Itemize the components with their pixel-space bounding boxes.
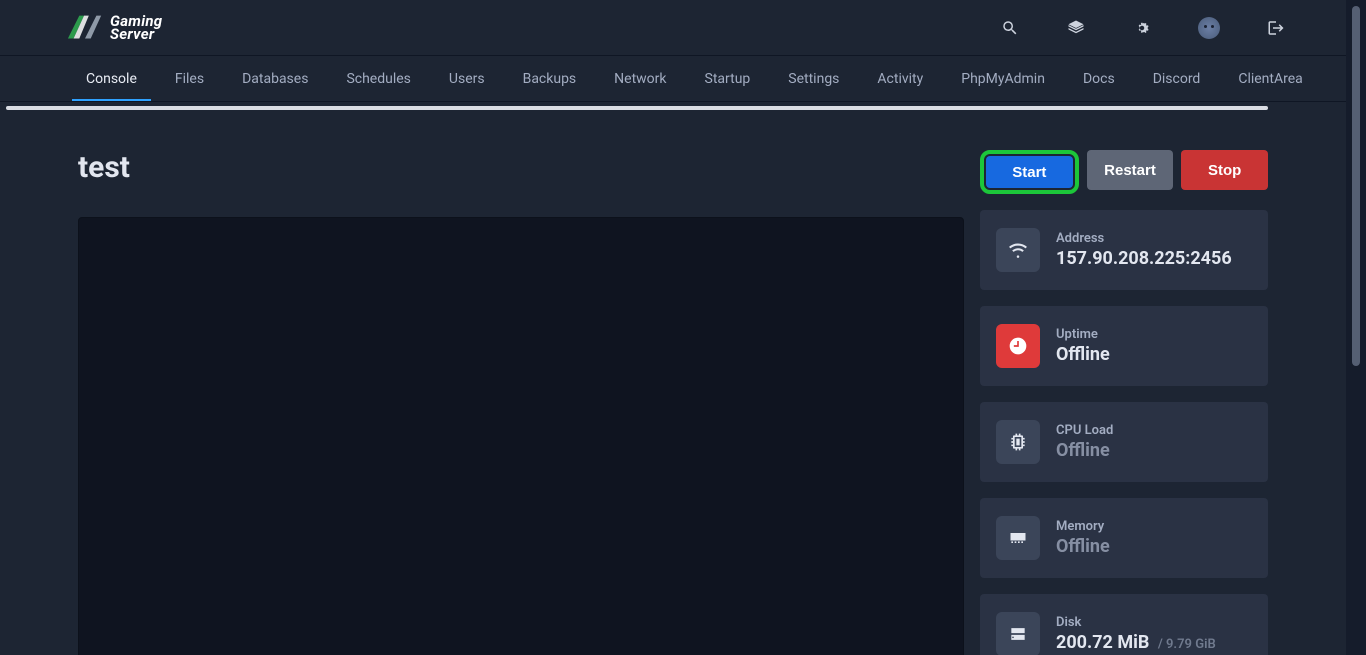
logo-mark-icon <box>66 13 104 43</box>
disk-value-primary: 200.72 MiB <box>1056 632 1149 653</box>
disk-value: 200.72 MiB / 9.79 GiB <box>1056 632 1216 653</box>
stat-uptime: Uptime Offline <box>980 306 1268 386</box>
layers-icon[interactable] <box>1066 18 1086 38</box>
tab-databases[interactable]: Databases <box>242 58 308 100</box>
nav-tabs: Console Files Databases Schedules Users … <box>0 56 1346 102</box>
top-bar: Gaming Server <box>0 0 1346 56</box>
disk-value-sub: / 9.79 GiB <box>1158 637 1216 652</box>
user-avatar[interactable] <box>1198 17 1220 39</box>
wifi-icon <box>996 228 1040 272</box>
uptime-label: Uptime <box>1056 327 1110 342</box>
clock-icon <box>996 324 1040 368</box>
start-button[interactable]: Start <box>986 156 1073 188</box>
power-actions: Start Restart Stop <box>980 150 1268 194</box>
address-label: Address <box>1056 231 1232 246</box>
disk-icon <box>996 612 1040 655</box>
tab-settings[interactable]: Settings <box>788 58 839 100</box>
tab-activity[interactable]: Activity <box>877 58 923 100</box>
tab-phpmyadmin[interactable]: PhpMyAdmin <box>961 58 1045 100</box>
tab-docs[interactable]: Docs <box>1083 58 1115 100</box>
brand-name-line2: Server <box>110 27 162 42</box>
stat-disk: Disk 200.72 MiB / 9.79 GiB <box>980 594 1268 655</box>
start-button-highlight: Start <box>980 150 1079 194</box>
tab-console[interactable]: Console <box>86 58 137 100</box>
topbar-actions <box>1000 17 1326 39</box>
tab-backups[interactable]: Backups <box>523 58 577 100</box>
tab-startup[interactable]: Startup <box>705 58 751 100</box>
page-scrollbar[interactable] <box>1346 0 1366 655</box>
tab-clientarea[interactable]: ClientArea <box>1238 58 1302 100</box>
disk-label: Disk <box>1056 615 1216 630</box>
horizontal-scrollbar[interactable] <box>6 106 1268 110</box>
brand-logo[interactable]: Gaming Server <box>66 13 162 43</box>
stat-cpu: CPU Load Offline <box>980 402 1268 482</box>
tab-files[interactable]: Files <box>175 58 204 100</box>
stop-button[interactable]: Stop <box>1181 150 1268 190</box>
chip-icon <box>996 420 1040 464</box>
cpu-value: Offline <box>1056 440 1113 461</box>
gears-icon[interactable] <box>1132 18 1152 38</box>
uptime-value: Offline <box>1056 344 1110 365</box>
cpu-label: CPU Load <box>1056 423 1113 438</box>
address-value: 157.90.208.225:2456 <box>1056 248 1232 269</box>
memory-label: Memory <box>1056 519 1110 534</box>
tab-schedules[interactable]: Schedules <box>346 58 410 100</box>
stat-address: Address 157.90.208.225:2456 <box>980 210 1268 290</box>
tab-network[interactable]: Network <box>614 58 666 100</box>
memory-value: Offline <box>1056 536 1110 557</box>
search-icon[interactable] <box>1000 18 1020 38</box>
tab-discord[interactable]: Discord <box>1153 58 1201 100</box>
server-name-heading: test <box>78 150 130 185</box>
logout-icon[interactable] <box>1266 18 1286 38</box>
tab-users[interactable]: Users <box>449 58 485 100</box>
stat-memory: Memory Offline <box>980 498 1268 578</box>
console-terminal[interactable] <box>78 217 964 655</box>
memory-icon <box>996 516 1040 560</box>
restart-button[interactable]: Restart <box>1087 150 1174 190</box>
